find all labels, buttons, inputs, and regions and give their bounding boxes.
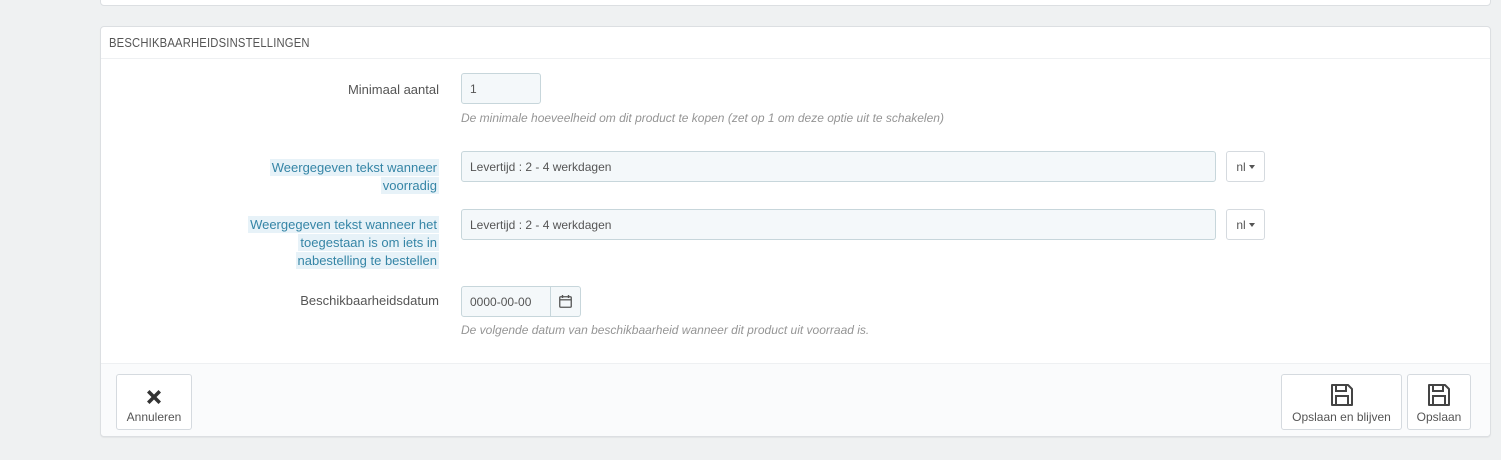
backorder-text-label-line1: Weergegeven tekst wanneer het (248, 216, 439, 233)
backorder-text-label: Weergegeven tekst wanneer het toegestaan… (248, 216, 439, 270)
panel-footer: Annuleren Opslaan en blijven Opslaan (101, 363, 1490, 436)
save-label: Opslaan (1416, 410, 1462, 424)
floppy-disk-icon (1330, 384, 1353, 406)
in-stock-lang-label: nl (1236, 159, 1246, 174)
close-icon (147, 390, 161, 404)
in-stock-lang-dropdown[interactable]: nl (1226, 151, 1265, 182)
panel-heading: BESCHIKBAARHEIDSINSTELLINGEN (101, 27, 1490, 59)
min-qty-help: De minimale hoeveelheid om dit product t… (461, 111, 944, 125)
available-date-help: De volgende datum van beschikbaarheid wa… (461, 323, 870, 337)
panel-title: BESCHIKBAARHEIDSINSTELLINGEN (109, 36, 310, 50)
previous-panel (100, 0, 1491, 6)
available-date-input[interactable]: 0000-00-00 (461, 286, 551, 317)
backorder-text-input[interactable]: Levertijd : 2 - 4 werkdagen (461, 209, 1216, 240)
backorder-lang-dropdown[interactable]: nl (1226, 209, 1265, 240)
floppy-disk-icon (1428, 384, 1450, 406)
available-date-value: 0000-00-00 (470, 294, 532, 309)
backorder-lang-label: nl (1236, 217, 1246, 232)
in-stock-text-label: Weergegeven tekst wanneer voorradig (269, 159, 439, 195)
in-stock-text-label-line2: voorradig (380, 177, 439, 194)
in-stock-text-input[interactable]: Levertijd : 2 - 4 werkdagen (461, 151, 1216, 182)
date-picker-button[interactable] (551, 286, 581, 317)
cancel-label: Annuleren (126, 410, 182, 424)
caret-down-icon (1248, 164, 1255, 169)
min-qty-value: 1 (470, 81, 477, 96)
min-qty-label: Minimaal aantal (347, 82, 439, 97)
in-stock-text-value: Levertijd : 2 - 4 werkdagen (470, 159, 612, 174)
caret-down-icon (1248, 222, 1255, 227)
backorder-text-label-line3: nabestelling te bestellen (295, 252, 439, 269)
min-qty-input[interactable]: 1 (461, 73, 541, 104)
save-and-stay-label: Opslaan en blijven (1292, 410, 1391, 424)
cancel-button[interactable]: Annuleren (116, 374, 192, 430)
availability-settings-panel: BESCHIKBAARHEIDSINSTELLINGEN Minimaal aa… (100, 26, 1491, 437)
available-date-label: Beschikbaarheidsdatum (300, 293, 439, 308)
calendar-icon (559, 295, 572, 308)
backorder-text-label-line2: toegestaan is om iets in (298, 234, 439, 251)
in-stock-text-label-line1: Weergegeven tekst wanneer (269, 159, 439, 176)
backorder-text-value: Levertijd : 2 - 4 werkdagen (470, 217, 612, 232)
save-and-stay-button[interactable]: Opslaan en blijven (1281, 374, 1402, 430)
save-button[interactable]: Opslaan (1407, 374, 1471, 430)
